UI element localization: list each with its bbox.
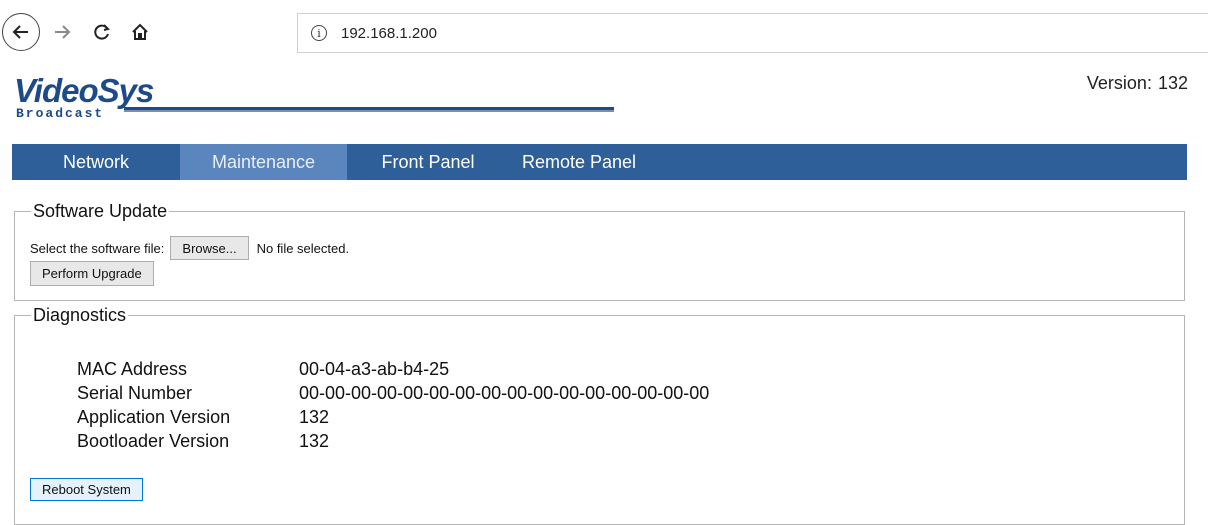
- browser-toolbar: i 192.168.1.200: [0, 0, 1208, 58]
- diag-label: Serial Number: [77, 383, 193, 403]
- software-update-title: Software Update: [31, 200, 170, 222]
- version-label: Version:: [1086, 73, 1152, 93]
- diag-row-bootloader-version: Bootloader Version 132: [77, 429, 709, 453]
- tab-front-panel[interactable]: Front Panel: [347, 144, 509, 180]
- software-update-group: Software Update Select the software file…: [14, 200, 1185, 301]
- diagnostics-title: Diagnostics: [31, 304, 129, 326]
- tab-maintenance[interactable]: Maintenance: [180, 144, 347, 180]
- logo-subtext: Broadcast: [16, 106, 104, 121]
- home-icon: [132, 23, 148, 40]
- reload-button[interactable]: [86, 16, 118, 48]
- diag-label: MAC Address: [77, 359, 188, 379]
- browse-button[interactable]: Browse...: [170, 236, 249, 260]
- diag-row-mac: MAC Address 00-04-a3-ab-b4-25: [77, 357, 709, 381]
- tab-network[interactable]: Network: [12, 144, 180, 180]
- file-select-label: Select the software file:: [30, 240, 165, 256]
- diag-value: 00-00-00-00-00-00-00-00-00-00-00-00-00-0…: [299, 383, 710, 403]
- diag-label: Application Version: [77, 407, 231, 427]
- videosys-logo: VideoSys Broadcast: [14, 72, 634, 122]
- forward-button[interactable]: [46, 16, 78, 48]
- reload-icon: [94, 24, 110, 40]
- logo-text: VideoSys: [14, 72, 154, 109]
- nav-tab-bar: Network Maintenance Front Panel Remote P…: [12, 144, 1187, 180]
- version-display: Version: 132: [1087, 73, 1188, 94]
- home-button[interactable]: [124, 16, 156, 48]
- version-value: 132: [1157, 73, 1188, 93]
- diagnostics-table: MAC Address 00-04-a3-ab-b4-25 Serial Num…: [77, 357, 709, 453]
- diagnostics-group: Diagnostics MAC Address 00-04-a3-ab-b4-2…: [14, 304, 1185, 525]
- file-status: No file selected.: [256, 240, 350, 256]
- reboot-system-button[interactable]: Reboot System: [30, 478, 143, 501]
- diag-value: 132: [299, 431, 330, 451]
- address-bar[interactable]: i 192.168.1.200: [297, 13, 1208, 53]
- file-select-row: Select the software file: Browse... No f…: [30, 236, 349, 260]
- info-icon[interactable]: i: [311, 25, 327, 41]
- tab-remote-panel[interactable]: Remote Panel: [509, 144, 649, 180]
- diag-row-serial: Serial Number 00-00-00-00-00-00-00-00-00…: [77, 381, 709, 405]
- back-button[interactable]: [2, 13, 40, 51]
- back-arrow-icon: [12, 25, 28, 39]
- diag-row-app-version: Application Version 132: [77, 405, 709, 429]
- diag-label: Bootloader Version: [77, 431, 230, 451]
- diag-value: 00-04-a3-ab-b4-25: [299, 359, 450, 379]
- forward-arrow-icon: [55, 25, 71, 39]
- url-text[interactable]: 192.168.1.200: [341, 25, 437, 42]
- diag-value: 132: [299, 407, 330, 427]
- perform-upgrade-button[interactable]: Perform Upgrade: [30, 261, 154, 286]
